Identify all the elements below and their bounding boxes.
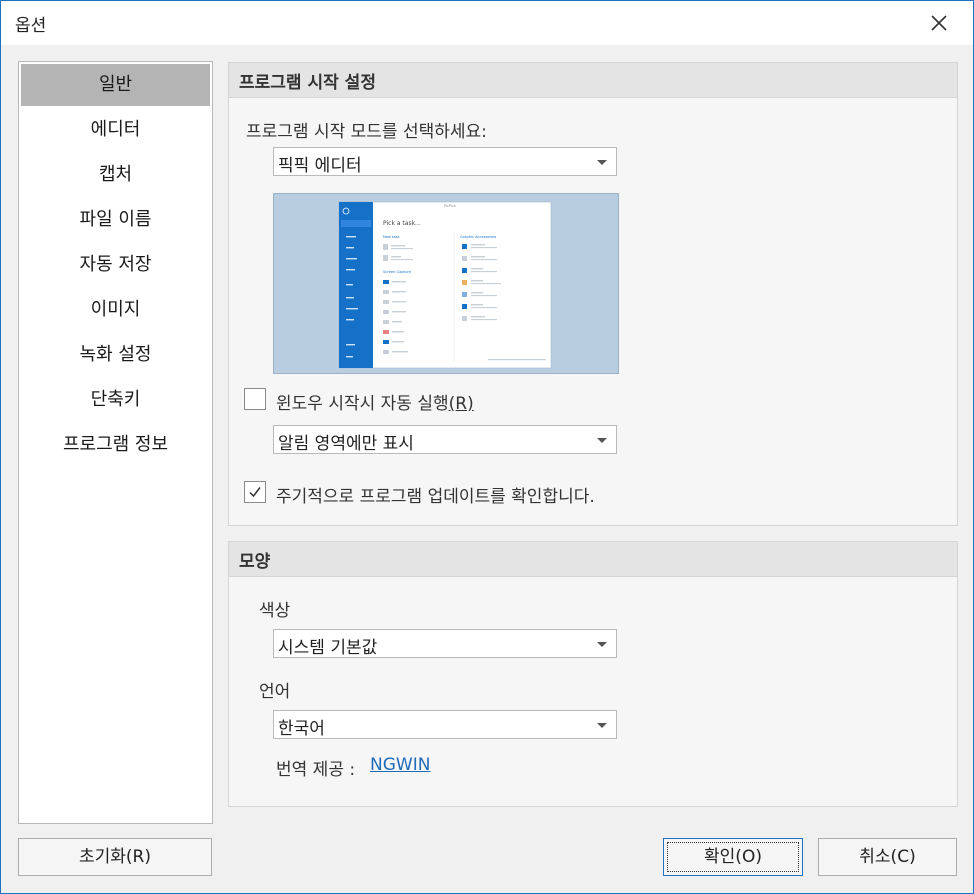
ok-button[interactable]: 확인(O) bbox=[663, 838, 803, 876]
appearance-panel: 모양 색상 시스템 기본값 언어 한국어 번역 제공 : NGWIN bbox=[228, 541, 958, 807]
startup-mode-label: 프로그램 시작 모드를 선택하세요: bbox=[246, 122, 487, 142]
window-title: 옵션 bbox=[15, 16, 47, 36]
language-select[interactable]: 한국어 bbox=[273, 710, 617, 739]
startup-mode-value: 픽픽 에디터 bbox=[278, 156, 362, 176]
appearance-panel-title: 모양 bbox=[239, 552, 271, 572]
checkmark-icon bbox=[249, 487, 261, 498]
sidebar-item-about[interactable]: 프로그램 정보 bbox=[21, 424, 210, 466]
sidebar-item-general[interactable]: 일반 bbox=[21, 64, 210, 106]
editor-preview-illustration: PicPick Pick a task... New task Graphic … bbox=[338, 201, 552, 369]
close-icon bbox=[931, 15, 947, 31]
cancel-button[interactable]: 취소(C) bbox=[818, 838, 957, 876]
reset-button[interactable]: 초기화(R) bbox=[18, 838, 212, 876]
color-select[interactable]: 시스템 기본값 bbox=[273, 629, 617, 658]
startup-panel-title: 프로그램 시작 설정 bbox=[239, 73, 376, 93]
autorun-checkbox[interactable] bbox=[244, 388, 266, 410]
title-bar: 옵션 bbox=[1, 1, 973, 45]
sidebar-item-shortcuts[interactable]: 단축키 bbox=[21, 379, 210, 421]
sidebar-item-editor[interactable]: 에디터 bbox=[21, 109, 210, 151]
close-button[interactable] bbox=[922, 7, 956, 39]
startup-panel: 프로그램 시작 설정 프로그램 시작 모드를 선택하세요: 픽픽 에디터 Pic… bbox=[228, 62, 958, 526]
sidebar: 일반 에디터 캡처 파일 이름 자동 저장 이미지 녹화 설정 단축키 프로그램… bbox=[18, 61, 213, 824]
language-value: 한국어 bbox=[278, 719, 325, 739]
preview-section-right: Graphic Accessories bbox=[460, 235, 496, 239]
tray-mode-select[interactable]: 알림 영역에만 표시 bbox=[273, 425, 617, 454]
translator-link[interactable]: NGWIN bbox=[370, 755, 430, 775]
sidebar-item-capture[interactable]: 캡처 bbox=[21, 154, 210, 196]
preview-section-left-2: Screen Capture bbox=[383, 270, 412, 274]
sidebar-item-auto-save[interactable]: 자동 저장 bbox=[21, 244, 210, 286]
startup-mode-select[interactable]: 픽픽 에디터 bbox=[273, 147, 617, 176]
chevron-down-icon bbox=[597, 642, 607, 647]
sidebar-item-file-name[interactable]: 파일 이름 bbox=[21, 199, 210, 241]
autorun-label-text: 윈도우 시작시 자동 실행 bbox=[276, 394, 449, 414]
preview-heading: Pick a task... bbox=[383, 220, 421, 227]
color-label: 색상 bbox=[259, 601, 291, 621]
appearance-panel-header: 모양 bbox=[229, 542, 957, 577]
startup-panel-header: 프로그램 시작 설정 bbox=[229, 63, 957, 98]
editor-preview-image: PicPick Pick a task... New task Graphic … bbox=[273, 193, 619, 374]
color-value: 시스템 기본값 bbox=[278, 638, 378, 658]
update-check-checkbox[interactable] bbox=[244, 481, 266, 503]
autorun-mnemonic: (R) bbox=[448, 394, 474, 414]
language-label: 언어 bbox=[259, 682, 291, 702]
chevron-down-icon bbox=[597, 723, 607, 728]
options-dialog: 옵션 일반 에디터 캡처 파일 이름 자동 저장 이미지 녹화 설정 단축키 프… bbox=[0, 0, 974, 894]
chevron-down-icon bbox=[597, 160, 607, 165]
preview-app-title: PicPick bbox=[444, 204, 457, 208]
chevron-down-icon bbox=[597, 438, 607, 443]
preview-section-left: New task bbox=[383, 235, 400, 239]
translator-label: 번역 제공 : bbox=[276, 760, 361, 780]
focus-ring bbox=[667, 842, 799, 872]
sidebar-item-recording[interactable]: 녹화 설정 bbox=[21, 334, 210, 376]
update-check-label: 주기적으로 프로그램 업데이트를 확인합니다. bbox=[276, 487, 595, 507]
autorun-label: 윈도우 시작시 자동 실행(R) bbox=[276, 389, 474, 414]
tray-mode-value: 알림 영역에만 표시 bbox=[278, 434, 414, 454]
sidebar-item-image[interactable]: 이미지 bbox=[21, 289, 210, 331]
